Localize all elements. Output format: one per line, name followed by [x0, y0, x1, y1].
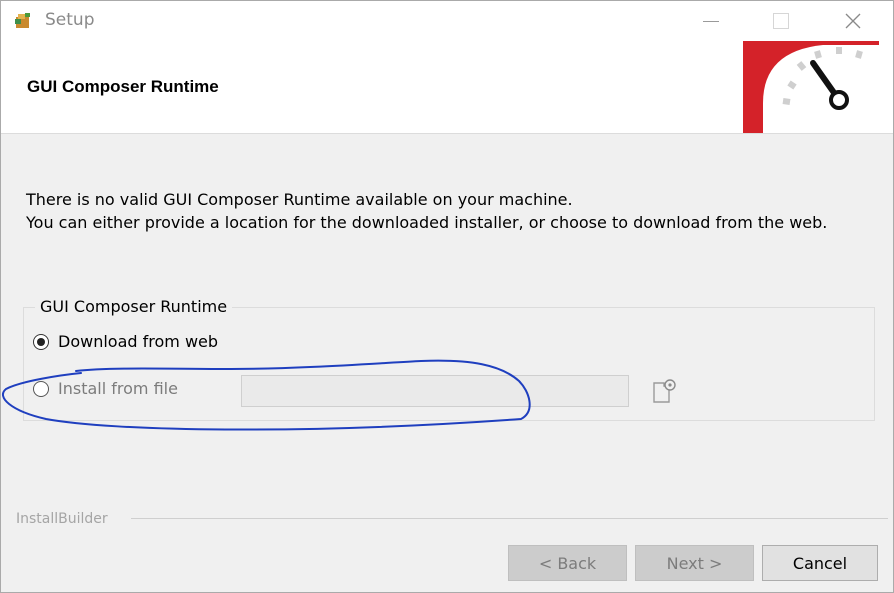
back-button[interactable]: < Back	[508, 545, 627, 581]
footer-divider	[131, 518, 888, 519]
wizard-header: GUI Composer Runtime	[1, 41, 893, 134]
info-message: There is no valid GUI Composer Runtime a…	[26, 188, 827, 234]
download-from-web-option[interactable]: Download from web	[33, 332, 218, 351]
title-bar: Setup	[1, 1, 893, 41]
maximize-button[interactable]	[751, 1, 811, 41]
cancel-button[interactable]: Cancel	[762, 545, 878, 581]
window-title: Setup	[45, 10, 95, 30]
minimize-icon	[703, 20, 719, 22]
download-from-web-radio[interactable]	[33, 333, 49, 350]
installbuilder-brand: InstallBuilder	[16, 511, 116, 527]
groupbox-label: GUI Composer Runtime	[35, 297, 233, 316]
speedometer-logo	[743, 41, 879, 133]
setup-app-icon	[15, 13, 30, 28]
message-line-2: You can either provide a location for th…	[26, 213, 828, 232]
browse-file-icon[interactable]	[651, 378, 679, 406]
maximize-icon	[773, 13, 789, 29]
message-line-1: There is no valid GUI Composer Runtime a…	[26, 190, 573, 209]
download-from-web-label[interactable]: Download from web	[58, 332, 218, 351]
page-title: GUI Composer Runtime	[27, 77, 219, 96]
close-icon	[845, 13, 861, 29]
close-button[interactable]	[823, 1, 883, 41]
annotation-circle	[1, 359, 531, 431]
minimize-button[interactable]	[681, 1, 741, 41]
next-button[interactable]: Next >	[635, 545, 754, 581]
setup-window: Setup GUI Composer Runtime There is no v…	[0, 0, 894, 593]
